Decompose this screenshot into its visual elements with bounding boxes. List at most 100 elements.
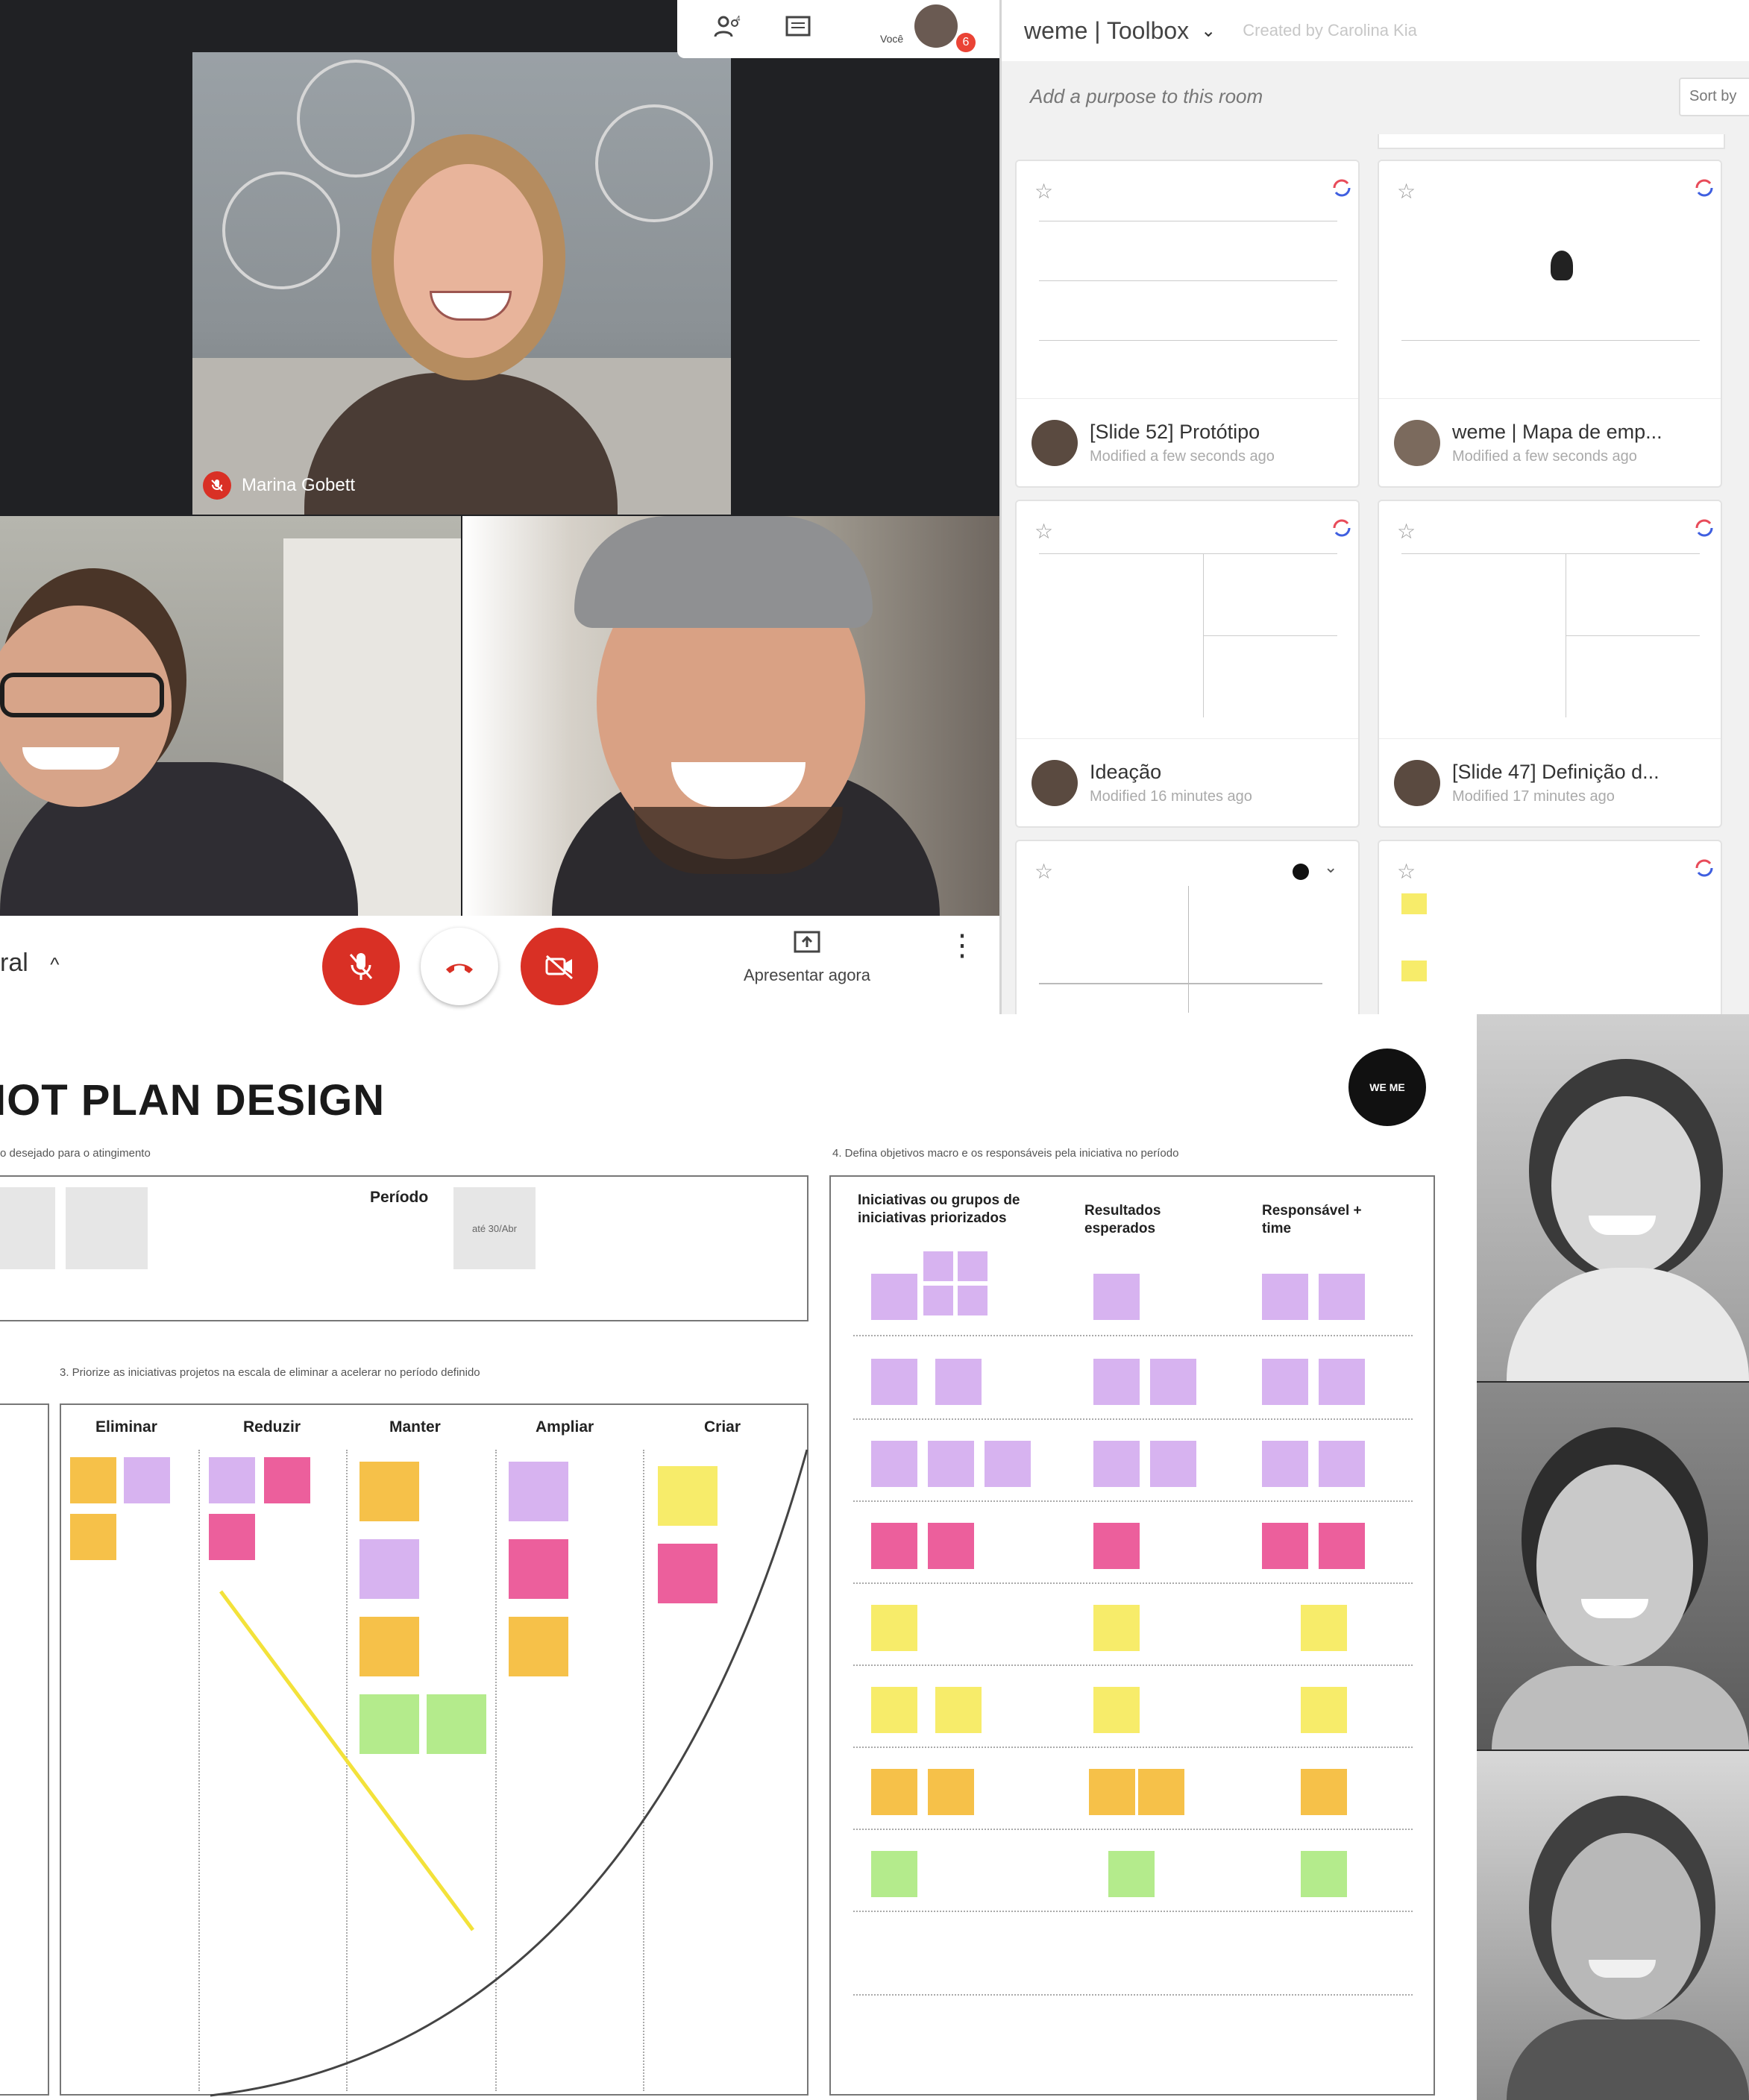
owner-avatar (1031, 760, 1078, 806)
card-modified: Modified 16 minutes ago (1090, 788, 1252, 805)
mural-card[interactable]: ☆ [Slide 47] Definição d... Modified 17 … (1378, 500, 1722, 828)
card-title: Ideação (1090, 761, 1162, 783)
camera-toggle-button[interactable] (521, 928, 598, 1005)
divider (853, 1911, 1413, 1912)
sticky-note[interactable] (1301, 1687, 1347, 1733)
sticky-note[interactable] (958, 1286, 987, 1315)
mic-toggle-button[interactable] (322, 928, 400, 1005)
sticky-note[interactable] (1093, 1441, 1140, 1487)
sticky-note[interactable] (1093, 1274, 1140, 1320)
purpose-bar: Add a purpose to this room Sort by (1002, 67, 1749, 133)
mural-room-header: weme | Toolbox ⌄ Created by Carolina Kia (1002, 0, 1749, 61)
present-now-button[interactable]: Apresentar agora (732, 929, 882, 985)
camera-off-icon (545, 955, 573, 980)
sticky-note[interactable] (1262, 1274, 1308, 1320)
meeting-details-toggle[interactable]: ral ^ (0, 949, 59, 978)
meet-top-controls: 4 Você 6 (677, 0, 999, 58)
sticky-note[interactable] (1150, 1359, 1196, 1405)
divider (853, 1747, 1413, 1748)
sticky-note[interactable] (871, 1441, 917, 1487)
sticky-note[interactable] (871, 1359, 917, 1405)
star-icon[interactable]: ☆ (1397, 519, 1416, 544)
sticky-note[interactable] (871, 1769, 917, 1815)
sticky-note[interactable] (928, 1441, 974, 1487)
mural-card[interactable]: ☆ Ideação Modified 16 minutes ago (1015, 500, 1360, 828)
sticky-note[interactable] (1319, 1359, 1365, 1405)
divider (853, 1418, 1413, 1420)
status-dot (1293, 864, 1309, 880)
sticky-note[interactable] (1319, 1441, 1365, 1487)
mural-room-window: weme | Toolbox ⌄ Created by Carolina Kia… (999, 0, 1749, 1026)
card-modified: Modified 17 minutes ago (1452, 788, 1615, 805)
sticky-note[interactable] (871, 1523, 917, 1569)
star-icon[interactable]: ☆ (1034, 519, 1053, 544)
present-icon (794, 931, 820, 953)
sticky-note[interactable] (1262, 1359, 1308, 1405)
chat-icon[interactable] (785, 15, 811, 44)
sticky-note[interactable] (1093, 1605, 1140, 1651)
sticky-note[interactable] (985, 1441, 1031, 1487)
step-4-instruction: 4. Defina objetivos macro e os responsáv… (832, 1147, 1179, 1160)
acceleration-curve (210, 1449, 808, 2097)
prioritization-panel: Eliminar Reduzir Manter Ampliar Criar (60, 1403, 808, 2097)
end-call-button[interactable] (421, 928, 498, 1005)
people-icon[interactable]: 4 (713, 14, 743, 45)
sticky-note[interactable] (935, 1359, 982, 1405)
owner-avatar (1394, 760, 1440, 806)
room-created-by: Created by Carolina Kia (1243, 21, 1417, 40)
star-icon[interactable]: ☆ (1034, 859, 1053, 884)
participant-name: Marina Gobett (242, 475, 356, 495)
sticky-note[interactable] (871, 1605, 917, 1651)
card-title: [Slide 52] Protótipo (1090, 421, 1260, 443)
mic-off-icon (203, 471, 231, 500)
star-icon[interactable]: ☆ (1034, 179, 1053, 204)
star-icon[interactable]: ☆ (1397, 859, 1416, 884)
more-icon[interactable]: ⋮ (947, 931, 977, 961)
sticky-note[interactable] (1089, 1769, 1135, 1815)
sync-icon (1695, 179, 1713, 197)
self-label: Você (880, 33, 904, 45)
board-subtitle: o desejado para o atingimento (0, 1147, 151, 1160)
sticky-note[interactable] (1301, 1605, 1347, 1651)
mural-card[interactable]: ☆ [Slide 52] Protótipo Modified a few se… (1015, 160, 1360, 488)
star-icon[interactable]: ☆ (1397, 179, 1416, 204)
mural-logo-icon: WE ME (1348, 1049, 1426, 1126)
sticky-note[interactable] (871, 1851, 917, 1897)
svg-text:4: 4 (736, 15, 741, 23)
sticky-note[interactable] (958, 1251, 987, 1281)
sticky-note[interactable] (1262, 1441, 1308, 1487)
self-avatar[interactable] (914, 4, 958, 48)
sticky-note[interactable] (1138, 1769, 1184, 1815)
sticky-note[interactable] (871, 1687, 917, 1733)
mural-card[interactable]: ☆ ⌄ (1015, 840, 1360, 1026)
objectives-panel: Iniciativas ou grupos de iniciativas pri… (829, 1175, 1435, 2096)
sticky-note[interactable] (1093, 1687, 1140, 1733)
sticky-note[interactable] (923, 1251, 953, 1281)
mural-card[interactable]: ☆ (1378, 840, 1722, 1026)
sticky-note[interactable] (1150, 1441, 1196, 1487)
sync-icon (1695, 519, 1713, 537)
sticky-note[interactable] (1108, 1851, 1155, 1897)
sticky-note[interactable] (1301, 1851, 1347, 1897)
sticky-note[interactable] (928, 1523, 974, 1569)
owner-avatar (1031, 420, 1078, 466)
board-title: IOT PLAN DESIGN (0, 1076, 386, 1125)
mural-card[interactable]: ☆ weme | Mapa de emp... Modified a few s… (1378, 160, 1722, 488)
mic-off-icon (349, 953, 373, 980)
sort-button[interactable]: Sort by (1679, 78, 1749, 116)
sticky-note[interactable] (1093, 1523, 1140, 1569)
sticky-note[interactable] (1319, 1274, 1365, 1320)
sticky-note[interactable] (1301, 1769, 1347, 1815)
chevron-down-icon[interactable]: ⌄ (1324, 858, 1337, 877)
sticky-note[interactable] (923, 1286, 953, 1315)
sticky-note[interactable] (935, 1687, 982, 1733)
sticky-note[interactable] (1093, 1359, 1140, 1405)
sticky-note[interactable] (928, 1769, 974, 1815)
sync-icon (1333, 519, 1351, 537)
sticky-note[interactable] (1319, 1523, 1365, 1569)
chevron-down-icon[interactable]: ⌄ (1201, 20, 1216, 42)
sticky-note[interactable] (871, 1274, 917, 1320)
sticky-note[interactable] (1262, 1523, 1308, 1569)
period-value: até 30/Abr (453, 1187, 536, 1269)
purpose-input[interactable]: Add a purpose to this room (1030, 85, 1263, 108)
